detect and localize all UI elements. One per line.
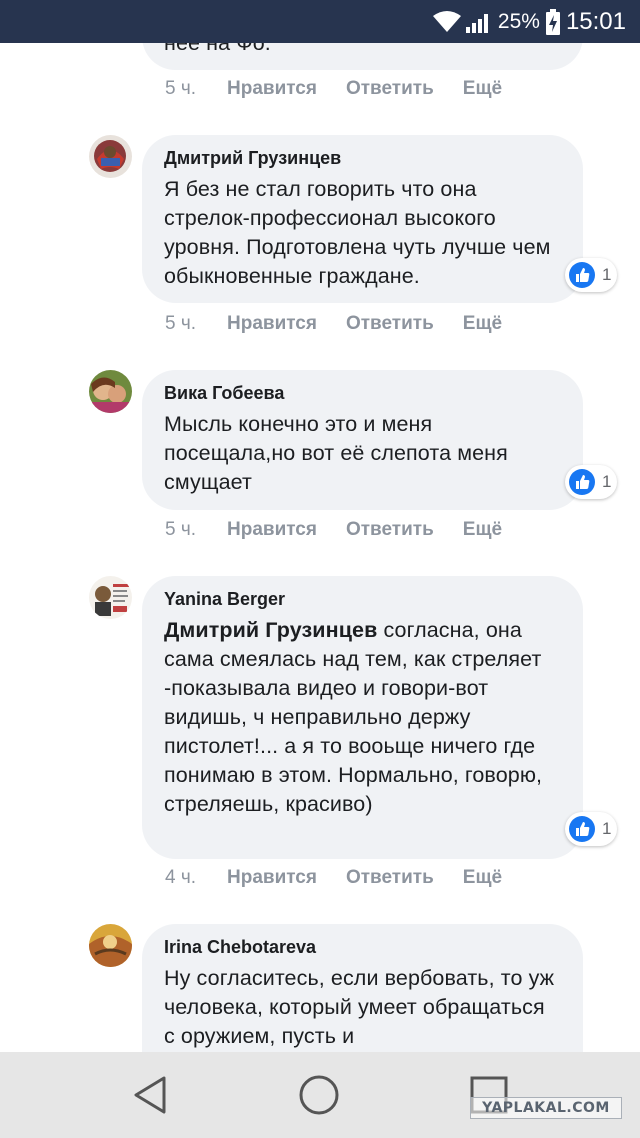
comment-actions: 5 ч. Нравится Ответить Ещё (165, 78, 531, 100)
avatar[interactable] (89, 924, 132, 967)
comment-text: Ну согласитесь, если вербовать, то уж че… (164, 966, 555, 1048)
comment-bubble[interactable]: нее на Фо. (142, 43, 583, 70)
reply-link[interactable]: Ответить (346, 519, 434, 541)
comment-time: 4 ч. (165, 867, 197, 888)
more-link[interactable]: Ещё (463, 867, 502, 889)
reaction-count-label: 1 (602, 819, 612, 838)
thumbs-up-icon (569, 262, 595, 288)
like-link[interactable]: Нравится (227, 78, 317, 100)
comment-author[interactable]: Irina Chebotareva (164, 936, 561, 958)
comment-actions: 5 ч. Нравится Ответить Ещё (165, 519, 531, 541)
comment-text: Я без не стал говорить что она стрелок-п… (164, 177, 551, 288)
avatar[interactable] (89, 370, 132, 413)
comment-bubble[interactable]: Дмитрий Грузинцев Я без не стал говорить… (142, 135, 583, 303)
like-link[interactable]: Нравится (227, 519, 317, 541)
like-link[interactable]: Нравится (227, 867, 317, 889)
comment-text: Дмитрий Грузинцев согласна, она сама сме… (164, 616, 561, 819)
comment-actions: 5 ч. Нравится Ответить Ещё (165, 313, 531, 335)
comment-bubble[interactable]: Irina Chebotareva Ну согласитесь, если в… (142, 924, 583, 1052)
wifi-icon (432, 10, 461, 32)
thumbs-up-icon (569, 469, 595, 495)
back-button[interactable] (127, 1072, 173, 1118)
comment-feed[interactable]: нее на Фо. 5 ч. Нравится Ответить Ещё Дм… (0, 43, 640, 1052)
signal-icon (465, 13, 488, 33)
reaction-count-label: 1 (602, 265, 612, 284)
comment-text: Мысль конечно это и меня посещала,но вот… (164, 412, 508, 494)
back-triangle-icon (134, 1076, 166, 1114)
home-circle-icon (299, 1075, 339, 1115)
comment-text-body: согласна, она сама смеялась над тем, как… (164, 618, 543, 816)
home-button[interactable] (296, 1072, 342, 1118)
status-clock: 15:01 (565, 7, 626, 35)
comment-time: 5 ч. (165, 519, 197, 540)
more-link[interactable]: Ещё (463, 519, 502, 541)
comment-author[interactable]: Вика Гобеева (164, 382, 561, 404)
thumbs-up-icon (569, 816, 595, 842)
mention-link[interactable]: Дмитрий Грузинцев (164, 618, 377, 642)
navigation-bar (0, 1052, 640, 1138)
battery-percent: 25% (497, 9, 540, 33)
status-bar: 25% 15:01 (0, 0, 640, 43)
comment-text: нее на Фо. (164, 43, 271, 55)
battery-charging-icon (545, 8, 560, 35)
comment-author[interactable]: Дмитрий Грузинцев (164, 147, 561, 169)
reply-link[interactable]: Ответить (346, 78, 434, 100)
comment-bubble[interactable]: Вика Гобеева Мысль конечно это и меня по… (142, 370, 583, 510)
reply-link[interactable]: Ответить (346, 867, 434, 889)
avatar[interactable] (89, 576, 132, 619)
reaction-count-label: 1 (602, 472, 612, 491)
more-link[interactable]: Ещё (463, 78, 502, 100)
comment-author[interactable]: Yanina Berger (164, 588, 561, 610)
comment-bubble[interactable]: Yanina Berger Дмитрий Грузинцев согласна… (142, 576, 583, 859)
comment-time: 5 ч. (165, 313, 197, 334)
comment-time: 5 ч. (165, 78, 197, 99)
avatar[interactable] (89, 135, 132, 178)
like-link[interactable]: Нравится (227, 313, 317, 335)
more-link[interactable]: Ещё (463, 313, 502, 335)
reply-link[interactable]: Ответить (346, 313, 434, 335)
watermark: YAPLAKAL.COM (470, 1097, 622, 1119)
reaction-count[interactable]: 1 (565, 258, 617, 292)
reaction-count[interactable]: 1 (565, 465, 617, 499)
reaction-count[interactable]: 1 (565, 812, 617, 846)
comment-actions: 4 ч. Нравится Ответить Ещё (165, 867, 531, 889)
